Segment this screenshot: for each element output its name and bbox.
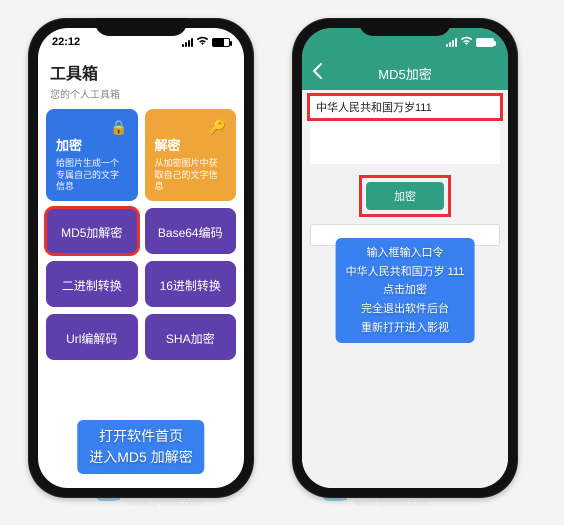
wifi-icon xyxy=(196,36,209,49)
tile-binary[interactable]: 二进制转换 xyxy=(46,261,138,307)
encrypt-button-highlight: 加密 xyxy=(362,178,448,214)
key-icon: 🔑 xyxy=(155,119,227,133)
topbar-title: MD5加密 xyxy=(302,64,508,83)
tile-encrypt[interactable]: 🔒 加密 给图片生成一个专属自己的文字信息 xyxy=(46,109,138,201)
tile-md5[interactable]: MD5加解密 xyxy=(46,208,138,254)
tile-decrypt[interactable]: 🔑 解密 从加密图片中获取自己的文字信息 xyxy=(145,109,237,201)
signal-icon xyxy=(446,38,457,47)
password-input-highlight xyxy=(310,96,500,118)
lock-icon: 🔒 xyxy=(56,119,128,133)
back-button[interactable] xyxy=(302,63,332,84)
tile-hex[interactable]: 16进制转换 xyxy=(145,261,237,307)
encrypt-button[interactable]: 加密 xyxy=(366,182,444,210)
overlay-caption-left: 打开软件首页 进入MD5 加解密 xyxy=(77,420,204,474)
tile-sha[interactable]: SHA加密 xyxy=(145,314,237,360)
notch xyxy=(359,18,451,36)
notch xyxy=(95,18,187,36)
battery-icon xyxy=(476,38,494,47)
input-area xyxy=(310,118,500,164)
overlay-caption-right: 输入框输入口令 中华人民共和国万岁 111 点击加密 完全退出软件后台 重新打开… xyxy=(336,238,475,343)
page-subtitle: 您的个人工具箱 xyxy=(50,86,232,101)
tile-url[interactable]: Url编解码 xyxy=(46,314,138,360)
wifi-icon xyxy=(460,36,473,49)
phone-right: MD5加密 加密 输入框输入口令 中华人民共和国万岁 111 点击加密 完全 xyxy=(292,18,518,498)
page-header: 工具箱 您的个人工具箱 xyxy=(38,56,244,103)
signal-icon xyxy=(182,38,193,47)
phone-left: 22:12 工具箱 您的个人工具箱 🔒 加密 给图片生成一个专属自己的文字信息 xyxy=(28,18,254,498)
battery-icon xyxy=(212,38,230,47)
top-bar: MD5加密 xyxy=(302,56,508,90)
password-input[interactable] xyxy=(314,99,496,115)
page-title: 工具箱 xyxy=(50,60,232,84)
tile-base64[interactable]: Base64编码 xyxy=(145,208,237,254)
status-time: 22:12 xyxy=(52,36,80,48)
